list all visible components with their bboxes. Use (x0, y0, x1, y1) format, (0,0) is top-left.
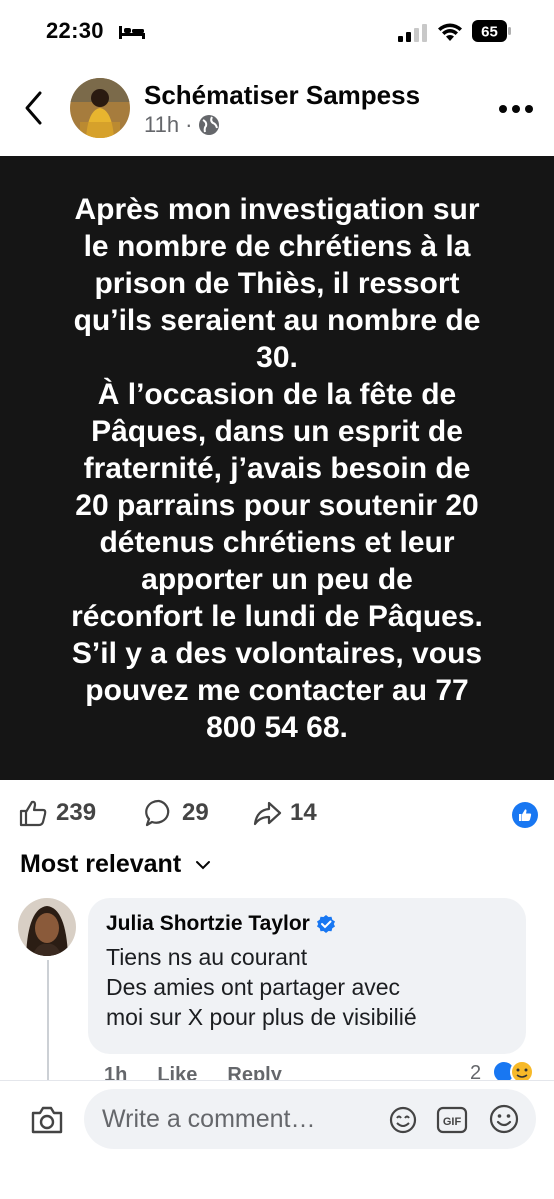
share-action[interactable]: 14 (252, 798, 317, 828)
comment-composer: GIF (0, 1080, 554, 1199)
comment-author-name[interactable]: Julia Shortzie Taylor (106, 912, 310, 936)
verified-badge-icon (316, 915, 335, 933)
emoji-icon[interactable] (488, 1103, 520, 1135)
comment-sort-dropdown[interactable]: Most relevant (20, 850, 211, 879)
post-text: Après mon investigation sur le nombre de… (71, 192, 483, 744)
post-header: Schématiser Sampess 11h · (0, 66, 554, 156)
post-time[interactable]: 11h (144, 112, 179, 138)
like-action[interactable]: 239 (18, 798, 96, 828)
like-reaction-badge[interactable] (512, 802, 538, 828)
comment-bubble: Julia Shortzie Taylor Tiens ns au couran… (88, 898, 526, 1054)
svg-text:GIF: GIF (443, 1116, 462, 1128)
sleep-focus-icon (119, 26, 145, 39)
more-options-icon[interactable] (498, 104, 534, 114)
avatar-sticker-icon[interactable] (388, 1105, 418, 1135)
gif-icon[interactable]: GIF (436, 1105, 468, 1135)
comment-bubble-icon (145, 799, 170, 827)
reaction-bar: 239 29 14 (0, 790, 554, 836)
comment-box[interactable]: GIF (84, 1089, 536, 1149)
like-badge-icon (519, 809, 532, 821)
cellular-signal-icon (398, 24, 427, 42)
wifi-icon (438, 23, 462, 41)
post-author-name[interactable]: Schématiser Sampess (144, 80, 420, 111)
comment-count: 29 (182, 799, 209, 826)
sort-label: Most relevant (20, 850, 182, 878)
chevron-down-icon (196, 860, 211, 869)
comment-input[interactable] (102, 1089, 374, 1149)
comment-author-row[interactable]: Julia Shortzie Taylor (106, 912, 526, 936)
comment-text: Tiens ns au courant Des amies ont partag… (106, 944, 417, 1030)
comment-action[interactable]: 29 (144, 798, 209, 828)
author-avatar[interactable] (70, 78, 130, 138)
globe-icon (199, 115, 220, 135)
back-arrow-icon[interactable] (22, 90, 46, 126)
status-time: 22:30 (46, 18, 104, 43)
share-count: 14 (290, 799, 317, 826)
thread-line (47, 960, 49, 1080)
post-text-background: Après mon investigation sur le nombre de… (0, 156, 554, 780)
status-bar: 22:30 65 (0, 0, 554, 66)
battery-icon: 65 (472, 20, 511, 42)
camera-icon[interactable] (30, 1105, 64, 1135)
thumbs-up-icon (19, 800, 47, 827)
like-count: 239 (56, 799, 97, 826)
battery-level: 65 (481, 24, 498, 41)
share-arrow-icon (253, 801, 282, 826)
commenter-avatar[interactable] (18, 898, 76, 956)
post-meta: 11h · (144, 112, 220, 138)
meta-separator: · (185, 112, 193, 137)
